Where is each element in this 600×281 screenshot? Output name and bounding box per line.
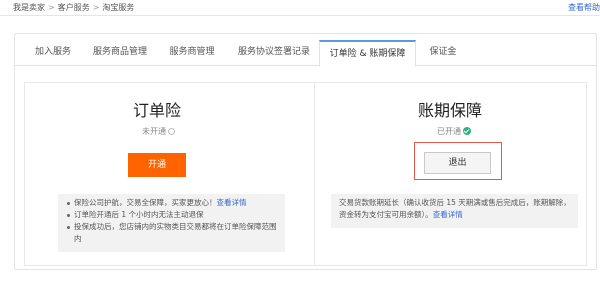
breadcrumb-item-taobao-service: 淘宝服务: [102, 3, 135, 12]
tab-order-insurance[interactable]: 订单险 & 账期保障: [319, 40, 416, 67]
bullet-text: 保险公司护航，交易全保障，买家更放心！: [74, 198, 217, 207]
list-item: 订单险开通后 1 个小时内无法主动退保: [66, 209, 279, 221]
bullet-text: 投保成功后，您店铺内的实物类目交易都将在订单险保障范围内: [74, 222, 277, 243]
payment-term-info: 交易货款账期延长（确认收货后 15 天期满或售后完成后，账期解除，资金转为支付宝…: [331, 194, 578, 228]
order-insurance-status: 未开通: [142, 126, 175, 137]
view-details-link[interactable]: 查看详情: [217, 198, 247, 207]
status-text: 已开通: [437, 127, 461, 136]
breadcrumb-separator: >: [48, 3, 55, 12]
help-link[interactable]: 查看帮助: [568, 2, 600, 13]
card-divider: [314, 83, 315, 265]
tab-deposit[interactable]: 保证金: [427, 40, 459, 66]
bullet-text: 订单险开通后 1 个小时内无法主动退保: [74, 210, 204, 219]
order-insurance-title: 订单险: [133, 101, 182, 120]
tab-agreement-records[interactable]: 服务协议签署记录: [233, 40, 315, 66]
tab-bar: 加入服务 服务商品管理 服务商管理 服务协议签署记录 订单险 & 账期保障 保证…: [15, 40, 596, 67]
breadcrumb-item-customer-service[interactable]: 客户服务: [58, 3, 90, 12]
breadcrumb-separator: >: [92, 3, 100, 12]
tab-provider-management[interactable]: 服务商管理: [165, 40, 219, 66]
order-insurance-info: 保险公司护航，交易全保障，买家更放心！查看详情 订单险开通后 1 个小时内无法主…: [58, 194, 285, 252]
header-divider: [0, 15, 600, 16]
breadcrumb: 我是卖家 > 客户服务 > 淘宝服务: [13, 2, 134, 13]
list-item: 投保成功后，您店铺内的实物类目交易都将在订单险保障范围内: [66, 221, 279, 245]
payment-term-title: 账期保障: [418, 101, 483, 120]
tab-join-service[interactable]: 加入服务: [29, 40, 77, 66]
payment-term-status: 已开通: [437, 126, 471, 137]
open-button[interactable]: 开通: [128, 153, 186, 177]
check-icon: [463, 127, 471, 135]
info-icon[interactable]: [168, 128, 175, 135]
status-text: 未开通: [142, 127, 166, 136]
exit-button[interactable]: 退出: [424, 152, 491, 174]
breadcrumb-item-seller[interactable]: 我是卖家: [13, 3, 45, 12]
view-details-link[interactable]: 查看详情: [433, 210, 463, 219]
tab-service-goods[interactable]: 服务商品管理: [88, 40, 152, 66]
list-item: 保险公司护航，交易全保障，买家更放心！查看详情: [66, 197, 279, 209]
